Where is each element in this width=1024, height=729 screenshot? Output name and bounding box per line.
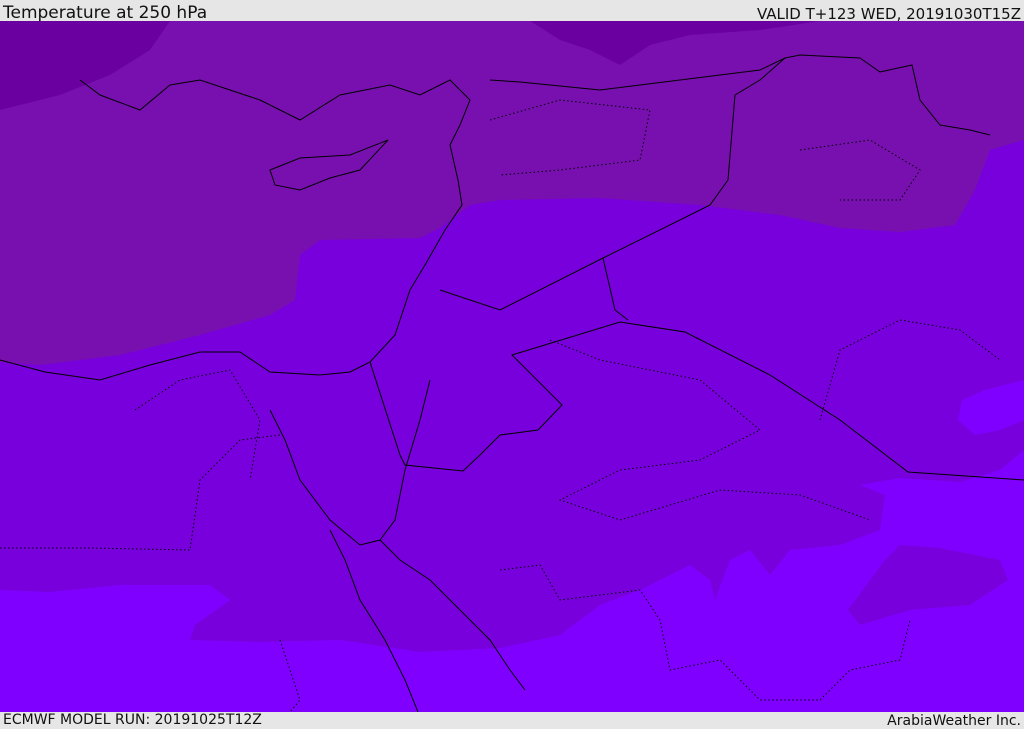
temperature-map bbox=[0, 21, 1024, 712]
credit-label: ArabiaWeather Inc. bbox=[887, 713, 1021, 729]
map-title: Temperature at 250 hPa bbox=[3, 3, 208, 23]
header-bar: Temperature at 250 hPa VALID T+123 WED, … bbox=[0, 0, 1024, 23]
footer-bar: ECMWF MODEL RUN: 20191025T12Z ArabiaWeat… bbox=[0, 712, 1024, 729]
model-run-label: ECMWF MODEL RUN: 20191025T12Z bbox=[3, 712, 262, 728]
